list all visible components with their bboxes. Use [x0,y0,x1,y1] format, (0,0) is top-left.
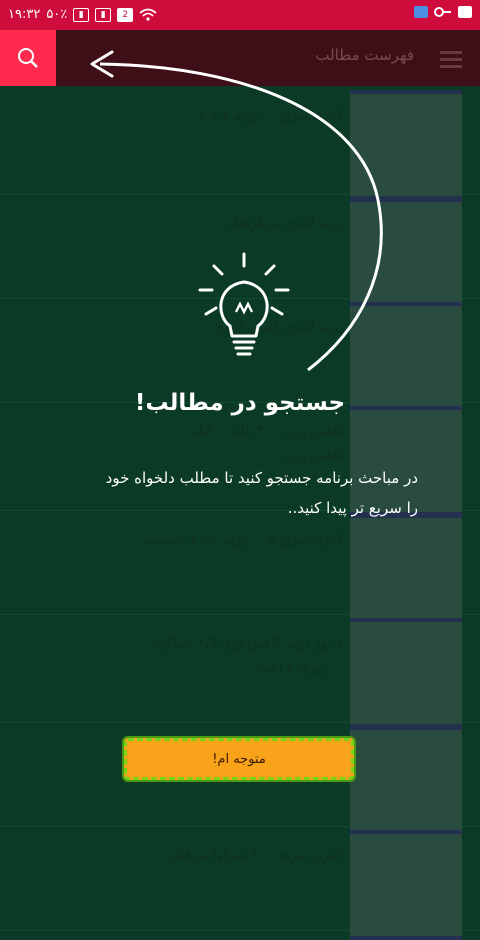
thumbnail [350,830,462,940]
thumbnail [350,726,462,836]
message-icon [414,6,428,18]
list-item[interactable]: لاغری سریع ۸ … رژیم لاغری تضمینی [0,510,480,624]
lightbulb-icon [198,252,290,356]
arrow-icon [90,50,383,372]
list-item-title: لاغری سریع ۸ … رژیم لاغری تضمینی [141,532,344,547]
list-item[interactable]: لاغری سریع … ۳ شوکولاتی فیل [0,826,480,940]
battery-level: ۵۰٪ [46,7,68,22]
key-icon [434,7,451,17]
tutorial-title: جستجو در مطالب! [134,390,346,416]
list-item-subtitle: … روزی ۷ دقیقه [253,660,344,675]
list-item-title-line: ۷ روز رژیم کاهش وزن ۴/۵ کیلوگرم [151,636,344,651]
wifi-icon [139,8,157,21]
image-icon [458,6,472,18]
signal-icon: ▮ [73,7,90,22]
thumbnail [350,514,462,624]
signal-icon-2: ▮ [95,7,112,22]
list-item-title: ۷ روز رژیم کاهش وزن ۴/۵ کیلوگرم … روزی ۷… [44,632,344,680]
got-it-button[interactable]: متوجه ام! [124,738,354,780]
status-left: ۱۹:۳۲ ۵۰٪ ▮ ▮ 2 [8,7,157,22]
list-item[interactable]: ۷ روز رژیم کاهش وزن ۴/۵ کیلوگرم … روزی ۷… [0,614,480,728]
status-time: ۱۹:۳۲ [8,7,41,22]
list-item-title: لاغری سریع … ۳ شوکولاتی فیل [170,848,344,863]
tutorial-body: در مباحث برنامه جستجو کنید تا مطلب دلخوا… [105,469,418,517]
status-right [414,6,472,18]
sim-badge: 2 [117,7,134,22]
thumbnail [350,618,462,728]
status-bar: ۱۹:۳۲ ۵۰٪ ▮ ▮ 2 [0,0,480,30]
